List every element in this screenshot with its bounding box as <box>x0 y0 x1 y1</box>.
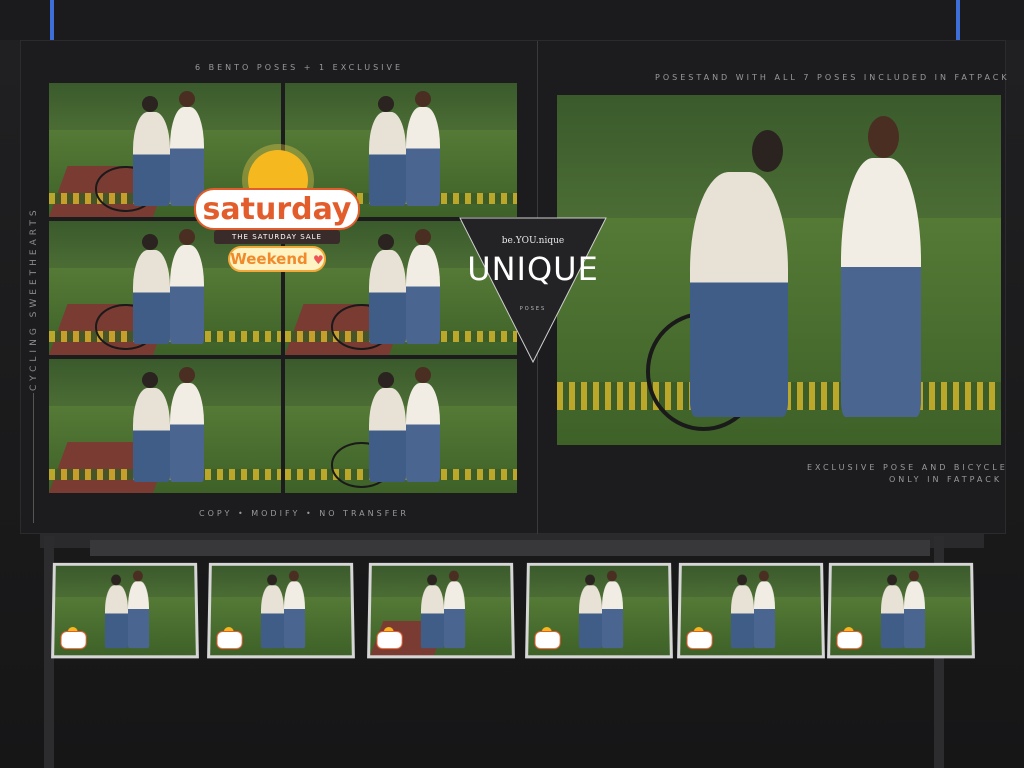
saturday-sale-badge: saturday THE SATURDAY SALE Weekend ♥ <box>192 148 364 278</box>
thumbnail-image <box>370 566 512 656</box>
pose-thumbnail-1[interactable] <box>51 563 199 658</box>
thumbnail-image <box>830 566 972 656</box>
pose-thumbnail-2[interactable] <box>207 563 355 658</box>
left-accent-strip <box>50 0 54 40</box>
pose-thumbnail-4[interactable] <box>525 563 673 658</box>
pose-thumbnail-5[interactable] <box>677 563 825 658</box>
sale-badge-icon <box>686 631 712 649</box>
sale-badge-icon <box>534 631 560 649</box>
side-rule <box>33 393 34 523</box>
thumbnail-image <box>680 566 822 656</box>
logo-subtitle: POSES <box>458 306 608 312</box>
bottom-right-caption-2: ONLY IN FATPACK <box>889 475 1002 484</box>
pose-photo-5 <box>49 359 281 493</box>
sale-badge-icon <box>216 631 242 649</box>
brand-logo: be.YOU.nique UNIQUE POSES <box>458 216 608 364</box>
top-bar <box>0 0 1024 40</box>
top-right-caption: POSESTAND WITH ALL 7 POSES INCLUDED IN F… <box>655 73 1010 82</box>
pose-photo-6 <box>285 359 517 493</box>
stand-bar <box>90 540 930 556</box>
thumbnail-image <box>528 566 670 656</box>
heart-icon: ♥ <box>313 253 324 267</box>
right-accent-strip <box>956 0 960 40</box>
badge-word: saturday <box>194 188 360 230</box>
exclusive-pose-photo <box>557 95 1001 445</box>
thumbnail-image <box>54 566 196 656</box>
badge-pill: Weekend ♥ <box>228 246 326 272</box>
pose-thumbnail-3[interactable] <box>367 563 515 658</box>
sale-badge-icon <box>60 631 86 649</box>
bottom-left-caption: COPY • MODIFY • NO TRANSFER <box>199 509 409 518</box>
bottom-right-caption-1: EXCLUSIVE POSE AND BICYCLE <box>807 463 1008 472</box>
sale-badge-icon <box>376 631 402 649</box>
badge-pill-text: Weekend <box>230 250 308 268</box>
logo-title: UNIQUE <box>458 250 608 288</box>
badge-subtitle: THE SATURDAY SALE <box>214 230 340 244</box>
top-left-caption: 6 BENTO POSES + 1 EXCLUSIVE <box>195 63 403 72</box>
side-title: CYCLING SWEETHEARTS <box>29 241 39 391</box>
pose-thumbnail-6[interactable] <box>827 563 975 658</box>
thumbnail-image <box>210 566 352 656</box>
logo-brand-text: be.YOU.nique <box>458 236 608 246</box>
sale-badge-icon <box>836 631 862 649</box>
